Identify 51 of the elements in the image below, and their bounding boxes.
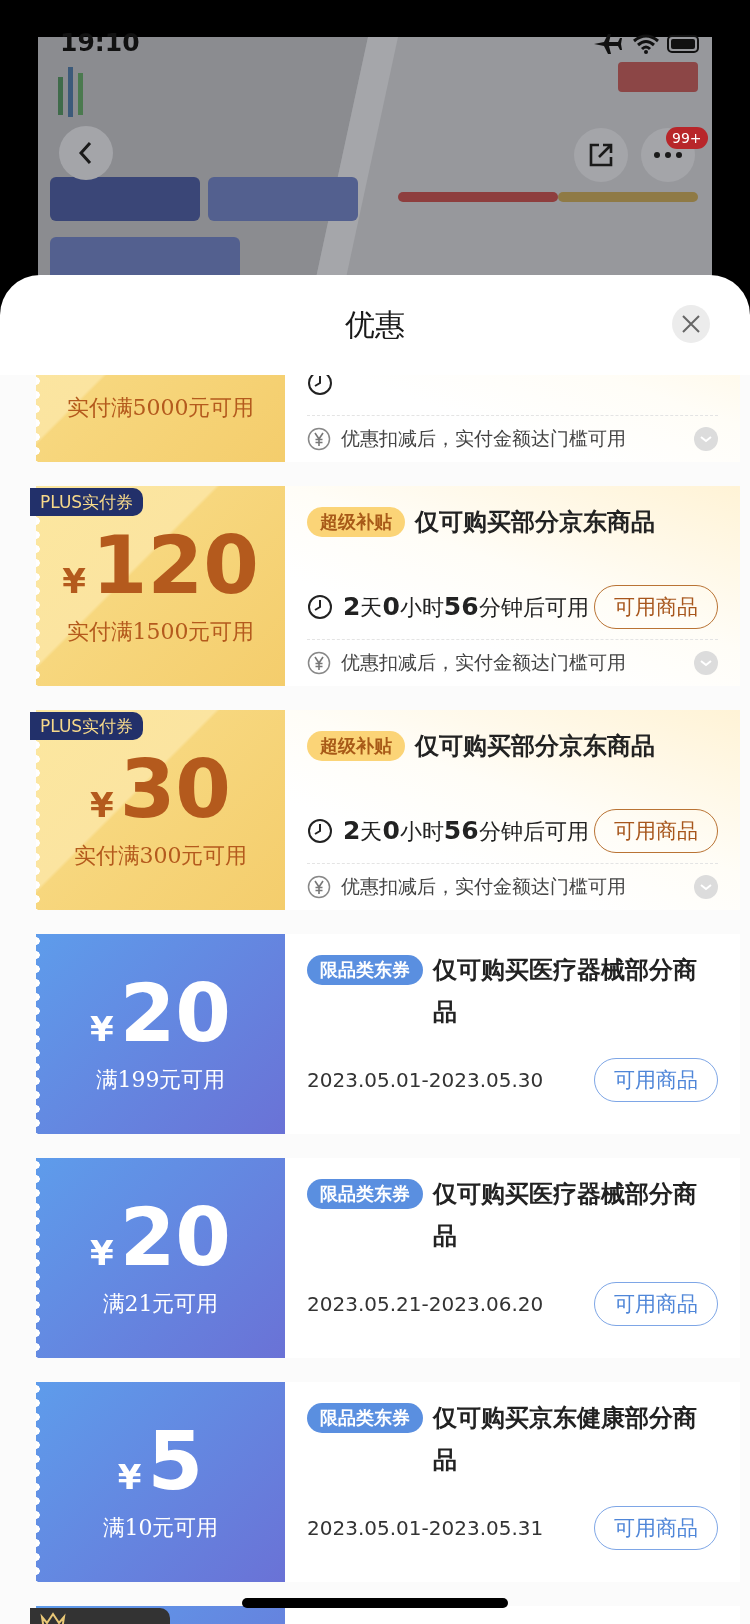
- close-icon: [681, 314, 701, 334]
- battery-icon: [667, 35, 699, 53]
- validity-dates: 2023.05.01-2023.05.30: [307, 1068, 544, 1092]
- currency-symbol: ¥: [90, 1233, 114, 1273]
- coupon-note: 优惠扣减后，实付金额达门槛可用: [341, 650, 627, 675]
- coupon-title: 仅可购买京东健康部分商品: [433, 1403, 698, 1476]
- coupon-title: 仅可购买医疗器械部分商品: [433, 1179, 698, 1252]
- countdown-text: 2天0小时56分钟后可用: [343, 815, 590, 847]
- coupon-badge: PLUS实付券: [30, 488, 144, 516]
- coupon-tag: 限品类东券: [307, 955, 423, 985]
- currency-symbol: ¥: [90, 785, 114, 825]
- coupon-condition: 满199元可用: [95, 1066, 226, 1094]
- currency-symbol: ¥: [90, 1009, 114, 1049]
- clock-icon: [307, 375, 333, 396]
- coupon-condition: 实付满1500元可用: [66, 618, 255, 646]
- currency-symbol: ¥: [62, 561, 86, 601]
- coupon-tag: 超级补贴: [307, 731, 405, 761]
- yuan-icon: [307, 427, 331, 451]
- coupon-amount: 120: [91, 518, 259, 614]
- status-time: 19:10: [60, 28, 140, 57]
- coupon-tag: 超级补贴: [307, 507, 405, 537]
- coupon-amount: 30: [119, 742, 231, 838]
- coupon-tag: 限品类东券: [307, 1403, 423, 1433]
- more-icon: [653, 151, 683, 159]
- coupon-condition: 实付满5000元可用: [66, 394, 255, 422]
- wifi-icon: [632, 34, 660, 54]
- close-button[interactable]: [672, 305, 710, 343]
- coupon-amount: 5: [147, 1414, 204, 1510]
- coupon-condition: 满21元可用: [102, 1290, 219, 1318]
- clock-icon: [307, 594, 333, 620]
- coupon-amount: 20: [119, 966, 231, 1062]
- coupon-badge: PLUS实付券: [30, 712, 144, 740]
- coupon-title: 仅可购买部分京东商品: [415, 731, 655, 762]
- coupon-title: 仅可购买部分京东商品: [415, 507, 655, 538]
- countdown-text: 2天0小时56分钟后可用: [343, 591, 590, 623]
- coupon-amount: 20: [119, 1190, 231, 1286]
- yuan-icon: [307, 875, 331, 899]
- coupon-tag: 限品类东券: [307, 1179, 423, 1209]
- sheet-title: 优惠: [345, 305, 405, 344]
- yuan-icon: [307, 651, 331, 675]
- coupon-condition: 满10元可用: [102, 1514, 219, 1542]
- airplane-icon: [594, 34, 622, 54]
- notification-badge: 99+: [666, 127, 708, 149]
- coupon-condition: 实付满300元可用: [73, 842, 248, 870]
- coupon-title: 仅可购买医疗器械部分商品: [433, 955, 698, 1028]
- currency-symbol: ¥: [117, 1457, 142, 1497]
- coupon-note: 优惠扣减后，实付金额达门槛可用: [341, 426, 627, 451]
- clock-icon: [307, 818, 333, 844]
- validity-dates: 2023.05.01-2023.05.31: [307, 1516, 544, 1540]
- validity-dates: 2023.05.21-2023.06.20: [307, 1292, 544, 1316]
- coupon-note: 优惠扣减后，实付金额达门槛可用: [341, 874, 627, 899]
